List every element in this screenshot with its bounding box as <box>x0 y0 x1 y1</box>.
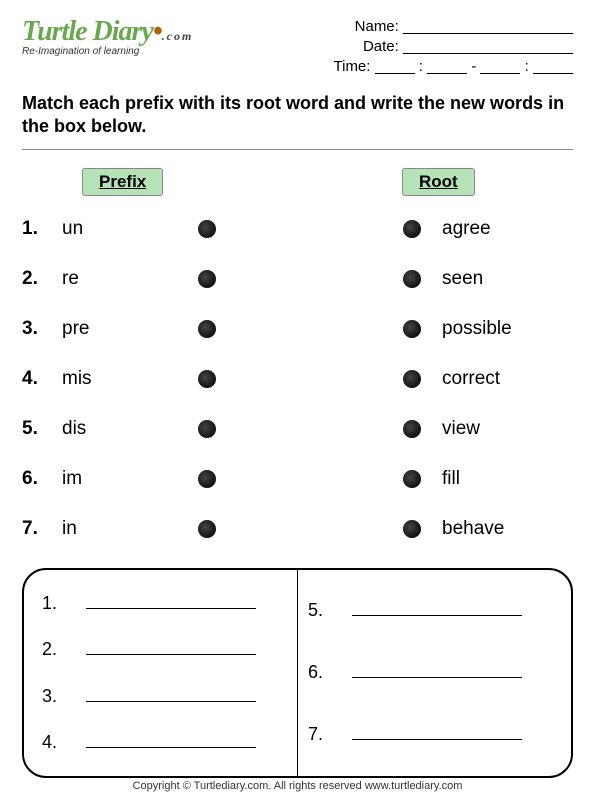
root-word: seen <box>442 268 573 290</box>
answer-divider <box>297 570 298 776</box>
brand-logo: Turtle Diary•.com Re-Imagination of lear… <box>22 18 242 57</box>
answer-blank[interactable] <box>352 615 522 616</box>
divider-line <box>22 149 573 150</box>
match-dot-right[interactable] <box>403 270 421 288</box>
root-word: possible <box>442 318 573 340</box>
answer-blank[interactable] <box>86 701 256 702</box>
match-dot-right[interactable] <box>403 320 421 338</box>
worksheet-header: Turtle Diary•.com Re-Imagination of lear… <box>22 18 573 78</box>
match-dot-left[interactable] <box>198 320 216 338</box>
prefix-word: in <box>62 518 172 540</box>
answer-number: 4. <box>42 732 78 753</box>
answer-row: 7. <box>308 724 553 745</box>
match-row: 1.un agree <box>22 204 573 254</box>
answer-number: 3. <box>42 686 78 707</box>
match-dot-left[interactable] <box>198 270 216 288</box>
time-blank[interactable] <box>375 60 415 74</box>
answer-blank[interactable] <box>86 654 256 655</box>
root-word: view <box>442 418 573 440</box>
prefix-word: mis <box>62 368 172 390</box>
answer-row: 6. <box>308 662 553 683</box>
name-blank[interactable] <box>403 20 573 34</box>
row-number: 1. <box>22 218 62 240</box>
answer-number: 7. <box>308 724 344 745</box>
answer-blank[interactable] <box>86 747 256 748</box>
answer-blank[interactable] <box>352 677 522 678</box>
root-word: behave <box>442 518 573 540</box>
brand-tagline: Re-Imagination of learning <box>22 46 242 57</box>
match-dot-right[interactable] <box>403 370 421 388</box>
prefix-word: re <box>62 268 172 290</box>
time-label: Time: <box>334 58 371 75</box>
match-row: 5.dis view <box>22 404 573 454</box>
prefix-word: un <box>62 218 172 240</box>
match-row: 7.in behave <box>22 504 573 554</box>
answer-row: 3. <box>42 686 287 707</box>
match-dot-right[interactable] <box>403 520 421 538</box>
answer-blank[interactable] <box>86 608 256 609</box>
match-dot-left[interactable] <box>198 370 216 388</box>
match-dot-right[interactable] <box>403 220 421 238</box>
prefix-header: Prefix <box>82 168 163 196</box>
brand-suffix: .com <box>162 29 194 43</box>
root-header: Root <box>402 168 475 196</box>
match-dot-left[interactable] <box>198 470 216 488</box>
row-number: 5. <box>22 418 62 440</box>
brand-name: Turtle Diary <box>22 16 153 47</box>
time-blank[interactable] <box>533 60 573 74</box>
matching-rows: 1.un agree 2.re seen 3.pre possible 4.mis corre… <box>22 204 573 554</box>
match-dot-left[interactable] <box>198 420 216 438</box>
copyright-footer: Copyright © Turtlediary.com. All rights … <box>0 780 595 792</box>
prefix-word: pre <box>62 318 172 340</box>
instructions-text: Match each prefix with its root word and… <box>22 92 573 139</box>
answer-row: 5. <box>308 600 553 621</box>
answer-number: 1. <box>42 593 78 614</box>
root-word: correct <box>442 368 573 390</box>
answer-number: 6. <box>308 662 344 683</box>
answer-number: 2. <box>42 639 78 660</box>
answer-blank[interactable] <box>352 739 522 740</box>
row-number: 7. <box>22 518 62 540</box>
root-word: fill <box>442 468 573 490</box>
answer-box: 1. 2. 3. 4. 5. 6. 7. <box>22 568 573 778</box>
student-fields: Name: Date: Time: : - : <box>242 18 573 78</box>
row-number: 4. <box>22 368 62 390</box>
answer-row: 4. <box>42 732 287 753</box>
answer-number: 5. <box>308 600 344 621</box>
time-blank[interactable] <box>480 60 520 74</box>
time-blank[interactable] <box>427 60 467 74</box>
date-label: Date: <box>363 38 399 55</box>
match-dot-right[interactable] <box>403 470 421 488</box>
match-dot-left[interactable] <box>198 220 216 238</box>
answer-row: 1. <box>42 593 287 614</box>
match-row: 2.re seen <box>22 254 573 304</box>
row-number: 2. <box>22 268 62 290</box>
row-number: 3. <box>22 318 62 340</box>
match-row: 3.pre possible <box>22 304 573 354</box>
match-row: 6.im fill <box>22 454 573 504</box>
answer-row: 2. <box>42 639 287 660</box>
prefix-word: im <box>62 468 172 490</box>
match-dot-left[interactable] <box>198 520 216 538</box>
row-number: 6. <box>22 468 62 490</box>
match-row: 4.mis correct <box>22 354 573 404</box>
prefix-word: dis <box>62 418 172 440</box>
root-word: agree <box>442 218 573 240</box>
name-label: Name: <box>355 18 399 35</box>
date-blank[interactable] <box>403 40 573 54</box>
match-dot-right[interactable] <box>403 420 421 438</box>
